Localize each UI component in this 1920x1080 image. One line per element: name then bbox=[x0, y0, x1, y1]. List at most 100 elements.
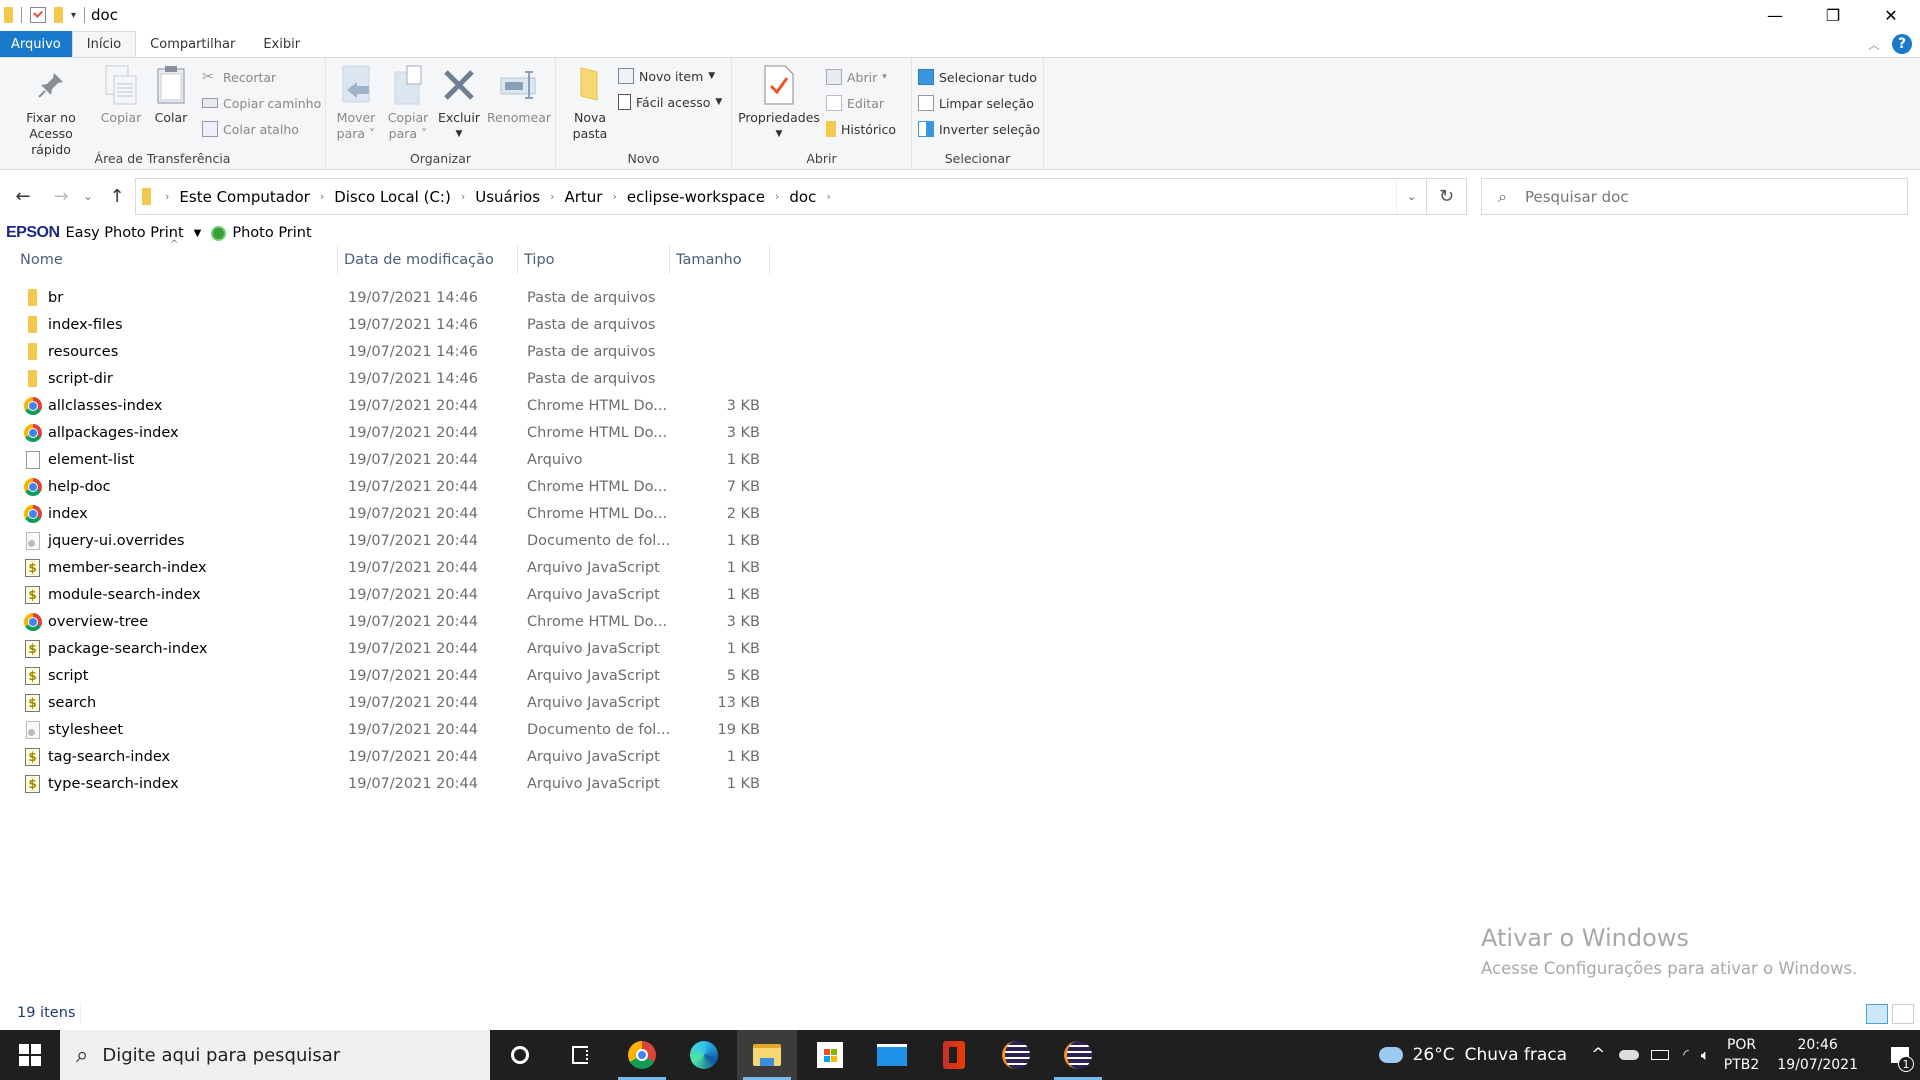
taskbar-eclipse[interactable] bbox=[986, 1030, 1046, 1080]
back-button[interactable]: ← bbox=[10, 177, 36, 215]
onedrive-icon[interactable] bbox=[1619, 1050, 1640, 1060]
tab-inicio[interactable]: Início bbox=[71, 31, 137, 57]
notification-center-button[interactable]: 1 bbox=[1880, 1030, 1920, 1080]
taskbar-edge[interactable] bbox=[674, 1030, 734, 1080]
input-language-indicator[interactable]: POR PTB2 bbox=[1724, 1035, 1760, 1075]
search-input[interactable] bbox=[1524, 187, 1865, 206]
task-view-button[interactable] bbox=[550, 1030, 610, 1080]
breadcrumb-doc[interactable]: doc bbox=[785, 188, 820, 206]
delete-button[interactable]: Excluir ▼ bbox=[436, 64, 482, 142]
taskbar-search[interactable]: ⌕ bbox=[60, 1030, 490, 1080]
paste-shortcut-button[interactable]: Colar atalho bbox=[202, 118, 299, 140]
file-row[interactable]: overview-tree 19/07/2021 20:44 Chrome HTML… bbox=[0, 608, 780, 635]
column-header-type[interactable]: Tipo bbox=[518, 245, 670, 274]
weather-temperature[interactable]: 26°C bbox=[1413, 1045, 1455, 1065]
large-icons-view-button[interactable] bbox=[1892, 1004, 1914, 1024]
address-bar[interactable]: › Este Computador › Disco Local (C:) › U… bbox=[135, 178, 1427, 215]
weather-icon[interactable] bbox=[1378, 1047, 1403, 1063]
properties-quick-icon[interactable] bbox=[30, 7, 46, 23]
breadcrumb-disco-local[interactable]: Disco Local (C:) bbox=[330, 188, 455, 206]
new-folder-quick-icon[interactable] bbox=[54, 7, 63, 23]
copy-to-button[interactable]: Copiar para ˅ bbox=[384, 64, 432, 142]
file-row[interactable]: script-dir 19/07/2021 14:46 Pasta de arqui… bbox=[0, 365, 780, 392]
clock[interactable]: 20:46 19/07/2021 bbox=[1777, 1035, 1858, 1075]
edit-button[interactable]: Editar bbox=[826, 92, 884, 114]
column-header-size[interactable]: Tamanho bbox=[670, 245, 770, 274]
volume-icon[interactable]: 🔈︎ bbox=[1701, 1046, 1710, 1064]
file-row[interactable]: stylesheet 19/07/2021 20:44 Documento de f… bbox=[0, 716, 780, 743]
file-row[interactable]: resources 19/07/2021 14:46 Pasta de arquiv… bbox=[0, 338, 780, 365]
file-row[interactable]: index-files 19/07/2021 14:46 Pasta de arqu… bbox=[0, 311, 780, 338]
chevron-right-icon[interactable]: › bbox=[769, 190, 785, 203]
details-view-button[interactable] bbox=[1866, 1004, 1888, 1024]
easy-photo-print-dropdown[interactable]: ▼ bbox=[194, 228, 202, 239]
column-header-name[interactable]: ^ Nome bbox=[0, 239, 338, 274]
taskbar-microsoft-store[interactable] bbox=[800, 1030, 860, 1080]
invert-selection-button[interactable]: Inverter seleção bbox=[918, 118, 1040, 140]
search-box[interactable]: ⌕ bbox=[1481, 178, 1908, 215]
chevron-right-icon[interactable]: › bbox=[606, 190, 622, 203]
file-row[interactable]: jquery-ui.overrides 19/07/2021 20:44 Docum… bbox=[0, 527, 780, 554]
forward-button[interactable]: → bbox=[48, 177, 74, 215]
file-row[interactable]: $ package-search-index 19/07/2021 20:44 Arq… bbox=[0, 635, 780, 662]
chevron-right-icon[interactable]: › bbox=[544, 190, 560, 203]
breadcrumb-usuarios[interactable]: Usuários bbox=[471, 188, 544, 206]
file-row[interactable]: $ type-search-index 19/07/2021 20:44 Arquiv… bbox=[0, 770, 780, 797]
select-all-button[interactable]: Selecionar tudo bbox=[918, 66, 1037, 88]
help-icon[interactable]: ? bbox=[1892, 34, 1912, 54]
column-header-date[interactable]: Data de modificação bbox=[338, 245, 518, 274]
up-button[interactable]: ↑ bbox=[104, 177, 130, 215]
weather-description[interactable]: Chuva fraca bbox=[1465, 1045, 1567, 1065]
close-button[interactable]: ✕ bbox=[1862, 0, 1920, 30]
taskbar-office[interactable] bbox=[924, 1030, 984, 1080]
chevron-right-icon[interactable]: › bbox=[314, 190, 330, 203]
breadcrumb-este-computador[interactable]: Este Computador bbox=[175, 188, 313, 206]
file-row[interactable]: element-list 19/07/2021 20:44 Arquivo 1 KB bbox=[0, 446, 780, 473]
file-row[interactable]: $ member-search-index 19/07/2021 20:44 Arqu… bbox=[0, 554, 780, 581]
collapse-ribbon-icon[interactable]: ︿ bbox=[1868, 36, 1880, 53]
new-folder-button[interactable]: Nova pasta bbox=[568, 64, 612, 142]
photo-print-button[interactable]: Photo Print bbox=[232, 225, 311, 241]
taskbar-search-input[interactable] bbox=[102, 1044, 463, 1066]
show-hidden-icons-button[interactable]: ^ bbox=[1591, 1045, 1605, 1065]
maximize-button[interactable]: ❐ bbox=[1804, 0, 1862, 30]
taskbar-mail[interactable] bbox=[862, 1030, 922, 1080]
tab-arquivo[interactable]: Arquivo bbox=[0, 31, 72, 57]
file-row[interactable]: br 19/07/2021 14:46 Pasta de arquivos bbox=[0, 284, 780, 311]
file-row[interactable]: help-doc 19/07/2021 20:44 Chrome HTML Do..… bbox=[0, 473, 780, 500]
taskbar-chrome[interactable] bbox=[612, 1030, 672, 1080]
select-none-button[interactable]: Limpar seleção bbox=[918, 92, 1034, 114]
battery-icon[interactable] bbox=[1651, 1050, 1670, 1060]
copy-button[interactable]: Copiar bbox=[98, 64, 144, 126]
file-row[interactable]: $ script 19/07/2021 20:44 Arquivo JavaScrip… bbox=[0, 662, 780, 689]
cortana-button[interactable] bbox=[490, 1030, 550, 1080]
open-button[interactable]: Abrir ▾ bbox=[826, 66, 887, 88]
start-button[interactable] bbox=[0, 1030, 60, 1080]
customize-toolbar-dropdown[interactable]: ▾ bbox=[71, 10, 76, 21]
pin-quick-access-button[interactable]: Fixar no Acesso rápido bbox=[8, 64, 94, 158]
address-history-dropdown[interactable]: ⌄ bbox=[1396, 179, 1426, 214]
file-row[interactable]: $ tag-search-index 19/07/2021 20:44 Arquivo… bbox=[0, 743, 780, 770]
new-item-button[interactable]: Novo item ▼ bbox=[618, 65, 715, 87]
tab-exibir[interactable]: Exibir bbox=[249, 31, 314, 57]
taskbar-file-explorer[interactable] bbox=[737, 1030, 797, 1080]
move-to-button[interactable]: Mover para ˅ bbox=[332, 64, 380, 142]
properties-button[interactable]: Propriedades ▼ bbox=[738, 64, 820, 142]
wifi-icon[interactable]: ◜ bbox=[1683, 1047, 1688, 1063]
easy-access-button[interactable]: Fácil acesso ▼ bbox=[618, 91, 722, 113]
chevron-right-icon[interactable]: › bbox=[455, 190, 471, 203]
chevron-right-icon[interactable]: › bbox=[159, 190, 175, 203]
file-row[interactable]: $ search 19/07/2021 20:44 Arquivo JavaScrip… bbox=[0, 689, 780, 716]
copy-path-button[interactable]: Copiar caminho bbox=[202, 92, 321, 114]
breadcrumb-eclipse-workspace[interactable]: eclipse-workspace bbox=[623, 188, 769, 206]
refresh-button[interactable]: ↻ bbox=[1427, 178, 1467, 215]
file-row[interactable]: allclasses-index 19/07/2021 20:44 Chrome H… bbox=[0, 392, 780, 419]
tab-compartilhar[interactable]: Compartilhar bbox=[136, 31, 249, 57]
cut-button[interactable]: ✂ Recortar bbox=[202, 66, 276, 88]
paste-button[interactable]: Colar bbox=[150, 64, 192, 126]
history-button[interactable]: Histórico bbox=[826, 118, 896, 140]
recent-locations-button[interactable]: ⌄ bbox=[80, 177, 96, 215]
taskbar-eclipse-2[interactable] bbox=[1048, 1030, 1108, 1080]
rename-button[interactable]: Renomear bbox=[486, 64, 552, 126]
breadcrumb-artur[interactable]: Artur bbox=[560, 188, 606, 206]
